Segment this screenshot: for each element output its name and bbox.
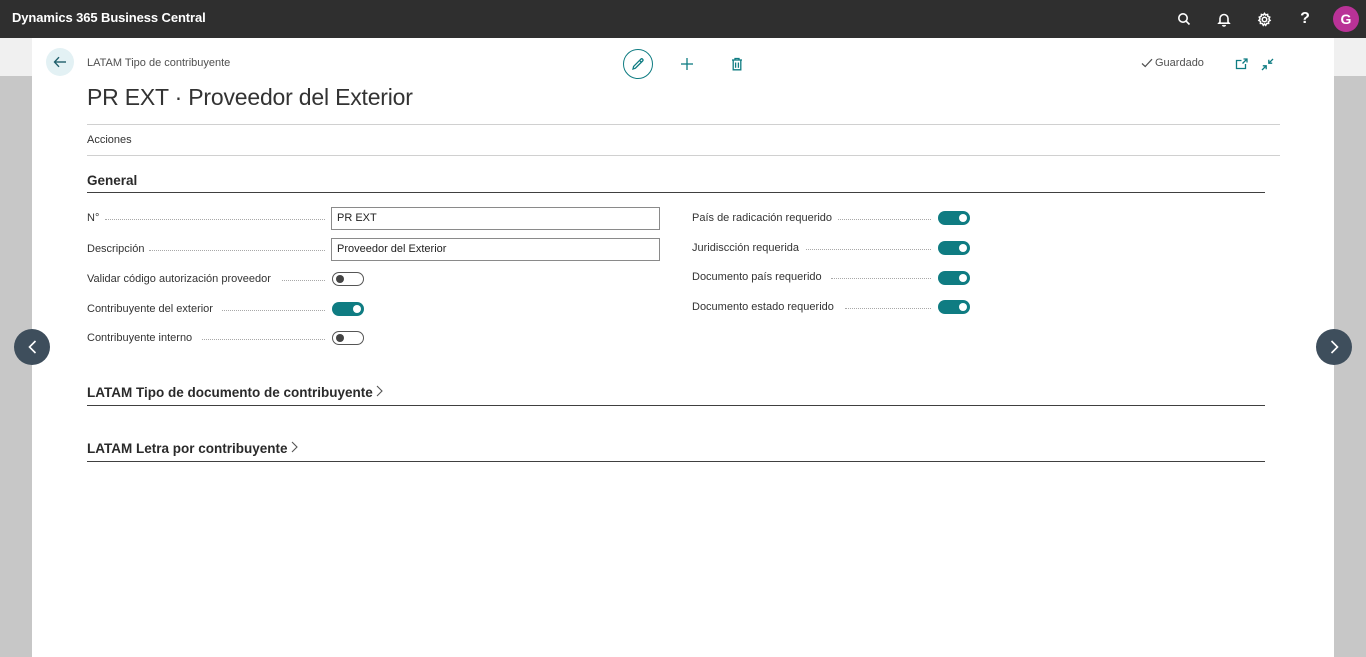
chevron-left-icon (27, 340, 36, 354)
app-title[interactable]: Dynamics 365 Business Central (12, 10, 206, 25)
search-icon[interactable] (1174, 9, 1194, 29)
chevron-right-icon (376, 385, 383, 400)
label-leader (838, 219, 931, 220)
field-label-validar: Validar código autorización proveedor (87, 273, 271, 285)
label-leader (105, 219, 325, 220)
breadcrumb: LATAM Tipo de contribuyente (87, 57, 231, 69)
section-divider (87, 461, 1265, 462)
section-divider (87, 405, 1265, 406)
field-label-descripcion: Descripción (87, 243, 145, 255)
page-card (32, 38, 1334, 657)
jurisdiccion-toggle[interactable] (938, 241, 970, 255)
label-leader (149, 250, 325, 251)
section-general-title[interactable]: General (87, 173, 137, 188)
field-label-pais-radicacion: País de radicación requerido (692, 212, 833, 224)
open-new-window-icon (1235, 58, 1248, 70)
divider (87, 124, 1280, 125)
previous-record-button[interactable] (14, 329, 50, 365)
collapse-button[interactable] (1257, 54, 1277, 74)
label-leader (282, 280, 325, 281)
checkmark-icon (1141, 58, 1153, 68)
label-leader (831, 278, 931, 279)
label-leader (202, 339, 325, 340)
doc-estado-toggle[interactable] (938, 300, 970, 314)
next-record-button[interactable] (1316, 329, 1352, 365)
chevron-right-icon (291, 441, 298, 456)
section-tipo-documento-title: LATAM Tipo de documento de contribuyente (87, 385, 373, 400)
field-label-jurisdiccion: Juridiscción requerida (692, 242, 799, 254)
page-title: PR EXT · Proveedor del Exterior (87, 84, 413, 110)
section-divider (87, 192, 1265, 193)
descripcion-field[interactable]: Proveedor del Exterior (331, 238, 660, 261)
label-leader (845, 308, 931, 309)
top-bar: Dynamics 365 Business Central ? G (0, 0, 1366, 38)
pais-radicacion-toggle[interactable] (938, 211, 970, 225)
avatar[interactable]: G (1333, 6, 1359, 32)
gear-icon[interactable] (1254, 9, 1274, 29)
label-leader (806, 249, 931, 250)
back-button[interactable] (46, 48, 74, 76)
field-label-doc-estado: Documento estado requerido (692, 301, 834, 313)
saved-status: Guardado (1141, 57, 1204, 69)
field-label-doc-pais: Documento país requerido (692, 271, 822, 283)
field-label-contrib-exterior: Contribuyente del exterior (87, 303, 213, 315)
new-button[interactable] (677, 54, 697, 74)
edit-button[interactable] (623, 49, 653, 79)
delete-icon (732, 57, 742, 71)
section-letra-title: LATAM Letra por contribuyente (87, 441, 288, 456)
no-field[interactable]: PR EXT (331, 207, 660, 230)
contrib-interno-toggle[interactable] (332, 331, 364, 345)
section-letra[interactable]: LATAM Letra por contribuyente (87, 441, 298, 456)
delete-button[interactable] (727, 54, 747, 74)
saved-label: Guardado (1155, 57, 1204, 69)
chevron-right-icon (1330, 340, 1339, 354)
section-tipo-documento[interactable]: LATAM Tipo de documento de contribuyente (87, 385, 383, 400)
field-label-contrib-interno: Contribuyente interno (87, 332, 193, 344)
help-icon[interactable]: ? (1295, 9, 1315, 29)
validar-toggle[interactable] (332, 272, 364, 286)
collapse-icon (1261, 58, 1273, 70)
plus-icon (681, 58, 693, 70)
bell-icon[interactable] (1214, 9, 1234, 29)
contrib-exterior-toggle[interactable] (332, 302, 364, 316)
edit-icon (632, 58, 644, 70)
divider (87, 155, 1280, 156)
open-new-window-button[interactable] (1231, 54, 1251, 74)
actions-menu[interactable]: Acciones (87, 134, 132, 146)
label-leader (222, 310, 325, 311)
field-label-no: N° (87, 212, 100, 224)
doc-pais-toggle[interactable] (938, 271, 970, 285)
